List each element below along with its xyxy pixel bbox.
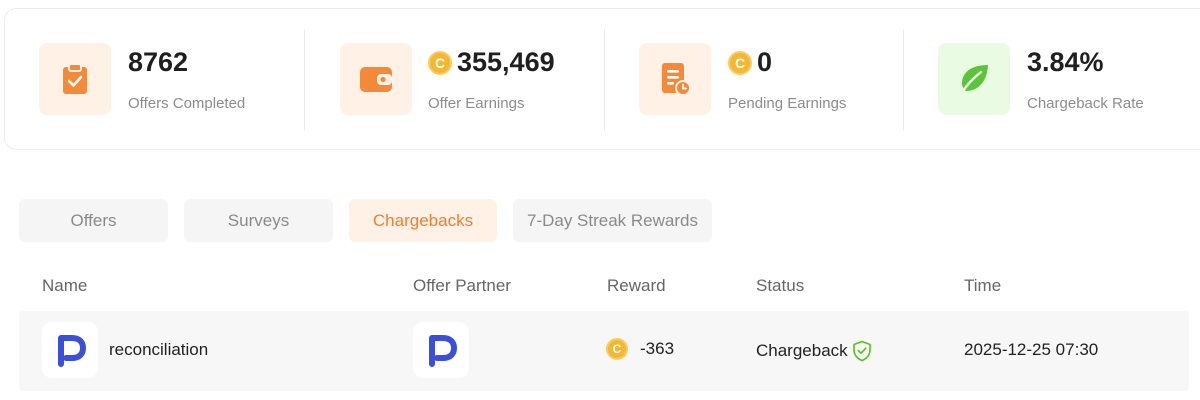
reward-value: -363 — [640, 339, 675, 358]
table-row[interactable]: reconciliation C -363 Chargeback 2025-12… — [19, 311, 1189, 391]
stat-value: 8762 — [128, 47, 188, 78]
stat-value-text: 3.84% — [1027, 47, 1104, 77]
wallet-icon — [340, 43, 412, 115]
stats-card: 8762 Offers Completed C 355,469 Offer Ea… — [4, 8, 1200, 150]
stat-pending-earnings: C 0 Pending Earnings — [605, 9, 905, 149]
column-header-reward: Reward — [607, 276, 666, 295]
status-cell: Chargeback — [756, 340, 872, 362]
time-cell: 2025-12-25 07:30 — [964, 340, 1099, 359]
reward-cell: C -363 — [606, 338, 674, 360]
leaf-icon — [938, 43, 1010, 115]
stat-value-text: 8762 — [128, 47, 189, 77]
coin-icon: C — [606, 338, 628, 360]
table-header: Name Offer Partner Reward Status Time — [19, 264, 1189, 308]
stat-label: Chargeback Rate — [1027, 95, 1144, 112]
stat-value-text: 355,469 — [457, 47, 555, 77]
stat-chargeback-rate: 3.84% Chargeback Rate — [905, 9, 1200, 149]
stat-value: C 0 — [728, 47, 772, 78]
stat-value: C 355,469 — [428, 47, 555, 78]
stat-label: Offers Completed — [128, 95, 246, 112]
offer-name: reconciliation — [109, 340, 209, 359]
stat-offers-completed: 8762 Offers Completed — [5, 9, 305, 149]
offer-logo — [42, 322, 98, 378]
column-header-offer-partner: Offer Partner — [413, 276, 511, 295]
receipt-clock-icon — [639, 43, 711, 115]
stat-label: Pending Earnings — [728, 95, 847, 112]
p-logo-icon — [58, 335, 86, 367]
divider — [903, 29, 904, 131]
column-header-time: Time — [964, 276, 1002, 295]
stat-value: 3.84% — [1027, 47, 1104, 78]
p-logo-icon — [429, 335, 457, 367]
coin-icon: C — [728, 50, 752, 75]
shield-check-icon — [852, 340, 871, 362]
stat-value-text: 0 — [757, 47, 773, 77]
tab-offers[interactable]: Offers — [19, 199, 168, 242]
tab-7-day-streak-rewards[interactable]: 7-Day Streak Rewards — [513, 199, 712, 242]
stat-label: Offer Earnings — [428, 95, 525, 112]
clipboard-check-icon — [39, 43, 111, 115]
status-text: Chargeback — [756, 341, 848, 360]
tab-chargebacks[interactable]: Chargebacks — [349, 199, 497, 242]
coin-icon: C — [428, 50, 452, 75]
partner-logo — [413, 322, 469, 378]
stat-offer-earnings: C 355,469 Offer Earnings — [305, 9, 605, 149]
tab-surveys[interactable]: Surveys — [184, 199, 333, 242]
column-header-status: Status — [756, 276, 805, 295]
column-header-name: Name — [42, 276, 88, 295]
